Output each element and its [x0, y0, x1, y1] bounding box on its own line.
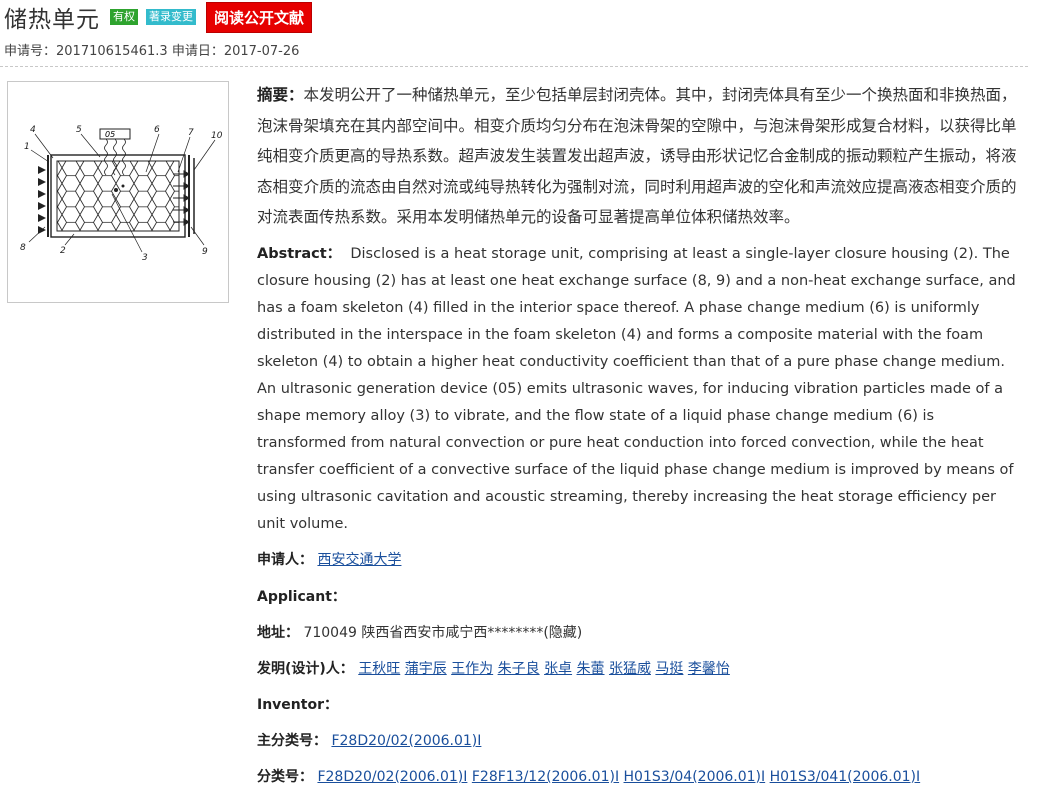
class-link[interactable]: H01S3/041(2006.01)I — [770, 769, 921, 785]
drawing-svg: 05 4 5 6 7 10 1 8 2 — [8, 82, 228, 302]
inventor-link[interactable]: 王作为 — [451, 661, 493, 677]
address-label: 地址： — [257, 625, 299, 641]
app-no-value: 201710615461.3 — [56, 44, 168, 59]
inventor-en-row: Inventor： — [257, 694, 338, 714]
class-link[interactable]: H01S3/04(2006.01)I — [624, 769, 766, 785]
app-date-label: 申请日： — [172, 44, 224, 59]
class-link[interactable]: F28F13/12(2006.01)I — [472, 769, 619, 785]
header-divider — [0, 66, 1028, 67]
class-label: 分类号： — [257, 769, 313, 785]
inventor-link[interactable]: 马挺 — [655, 661, 683, 677]
status-badge-valid: 有权 — [110, 9, 138, 25]
main-class-row: 主分类号： F28D20/02(2006.01)I — [257, 730, 481, 750]
callout-10: 10 — [211, 131, 223, 141]
status-badge-change[interactable]: 著录变更 — [146, 9, 196, 25]
class-link[interactable]: F28D20/02(2006.01)I — [317, 769, 467, 785]
app-date-value: 2017-07-26 — [224, 44, 300, 59]
class-row: 分类号： F28D20/02(2006.01)I F28F13/12(2006.… — [257, 766, 920, 786]
applicant-en-row: Applicant： — [257, 586, 346, 606]
applicant-row: 申请人： 西安交通大学 — [257, 549, 401, 569]
abstract-section: 摘要：本发明公开了一种储热单元，至少包括单层封闭壳体。其中，封闭壳体具有至少一个… — [257, 80, 1017, 538]
abstract-cn-label: 摘要： — [257, 86, 304, 104]
callout-9: 9 — [202, 247, 208, 257]
drawing-label-top: 05 — [105, 130, 115, 139]
inventor-link[interactable]: 李馨怡 — [688, 661, 730, 677]
abstract-en-label: Abstract： — [257, 246, 341, 262]
main-class-label: 主分类号： — [257, 733, 327, 749]
inventor-link[interactable]: 朱子良 — [498, 661, 540, 677]
callout-3: 3 — [142, 253, 148, 263]
applicant-label: 申请人： — [257, 552, 313, 568]
applicant-en-label: Applicant： — [257, 589, 346, 605]
applicant-link[interactable]: 西安交通大学 — [317, 552, 401, 568]
application-meta: 申请号：201710615461.3 申请日：2017-07-26 — [4, 40, 299, 59]
callout-2: 2 — [60, 246, 66, 256]
inventor-link[interactable]: 朱蕾 — [577, 661, 605, 677]
patent-drawing[interactable]: 05 4 5 6 7 10 1 8 2 — [7, 81, 229, 303]
inventor-link[interactable]: 蒲宇辰 — [405, 661, 447, 677]
address-value: 710049 陕西省西安市咸宁西********(隐藏) — [303, 625, 582, 641]
patent-header: 储热单元 有权 著录变更 阅读公开文献 — [4, 2, 312, 32]
inventor-link[interactable]: 张猛威 — [609, 661, 651, 677]
callout-6: 6 — [154, 125, 160, 135]
callout-1: 1 — [24, 142, 30, 152]
callout-4: 4 — [30, 125, 36, 135]
main-class-link[interactable]: F28D20/02(2006.01)I — [331, 733, 481, 749]
patent-title: 储热单元 — [4, 0, 100, 34]
abstract-cn-text: 本发明公开了一种储热单元，至少包括单层封闭壳体。其中，封闭壳体具有至少一个换热面… — [257, 86, 1017, 226]
abstract-en-text: Disclosed is a heat storage unit, compri… — [257, 246, 1016, 532]
callout-8: 8 — [20, 243, 26, 253]
callout-5: 5 — [76, 125, 82, 135]
inventors-label: 发明(设计)人： — [257, 661, 354, 677]
inventor-link[interactable]: 王秋旺 — [358, 661, 400, 677]
inventor-en-label: Inventor： — [257, 697, 338, 713]
abstract-cn: 摘要：本发明公开了一种储热单元，至少包括单层封闭壳体。其中，封闭壳体具有至少一个… — [257, 80, 1017, 233]
callout-7: 7 — [188, 128, 194, 138]
abstract-en: Abstract： Disclosed is a heat storage un… — [257, 241, 1017, 538]
inventor-link[interactable]: 张卓 — [544, 661, 572, 677]
app-no-label: 申请号： — [4, 44, 56, 59]
inventors-row: 发明(设计)人： 王秋旺 蒲宇辰 王作为 朱子良 张卓 朱蕾 张猛威 马挺 李馨… — [257, 658, 730, 678]
read-publication-button[interactable]: 阅读公开文献 — [206, 2, 312, 33]
address-row: 地址： 710049 陕西省西安市咸宁西********(隐藏) — [257, 622, 582, 642]
